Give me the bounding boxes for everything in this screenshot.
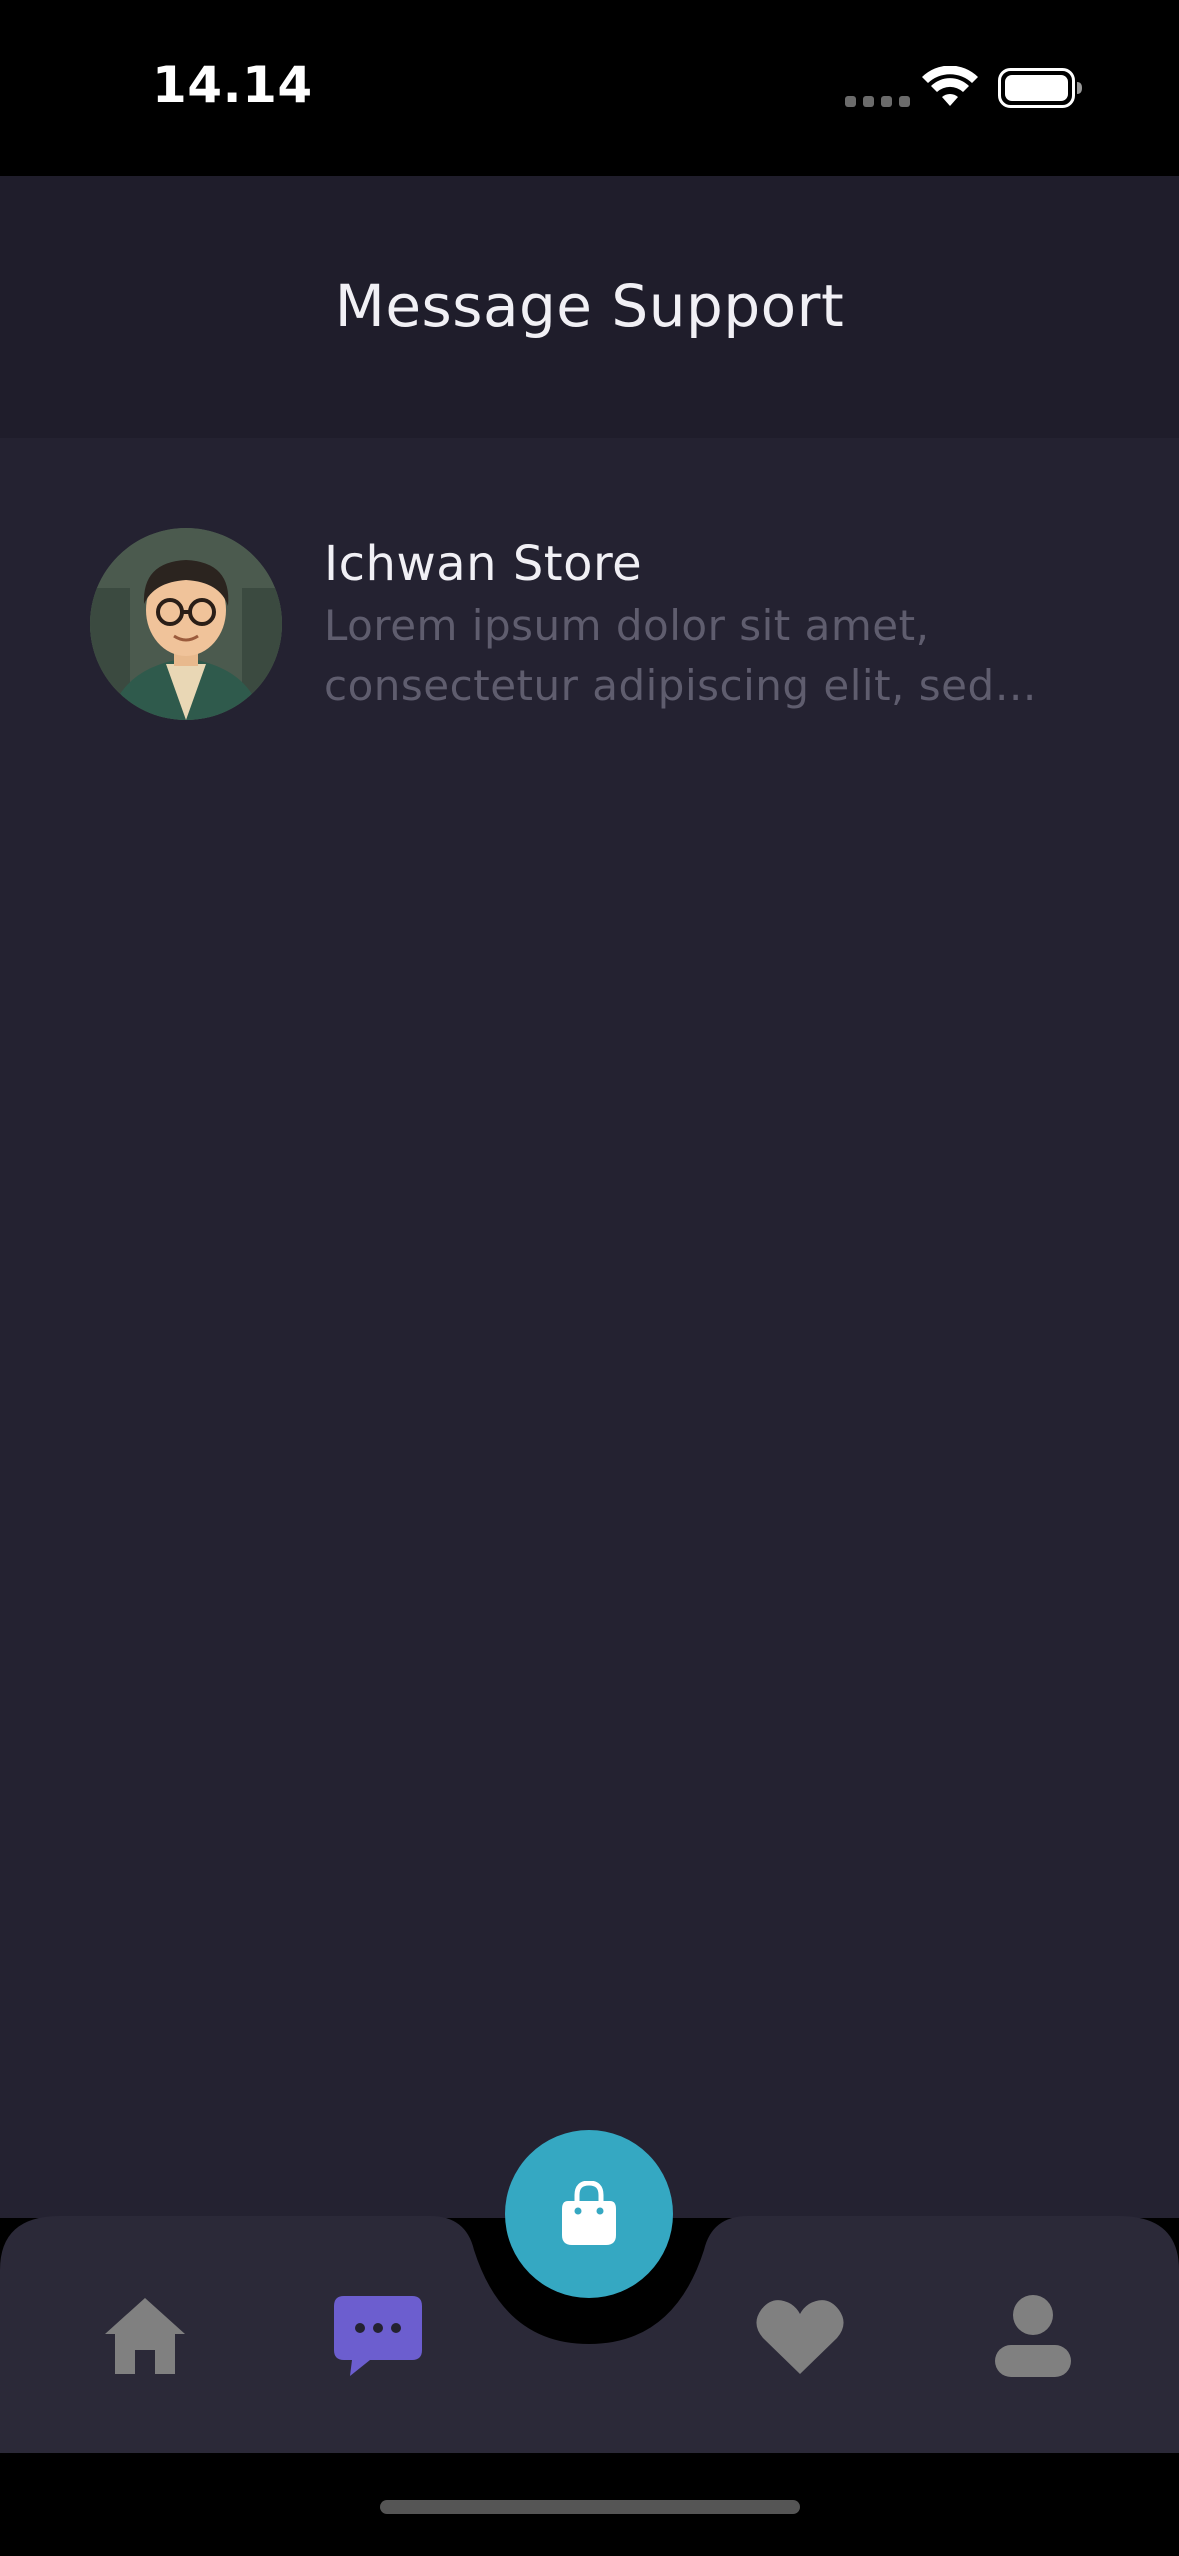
avatar	[90, 528, 282, 720]
person-icon	[995, 2295, 1071, 2377]
chat-name: Ichwan Store	[324, 536, 643, 592]
wifi-icon	[922, 66, 978, 106]
nav-wishlist[interactable]	[750, 2286, 850, 2386]
chat-list-item[interactable]: Ichwan Store Lorem ipsum dolor sit amet,…	[90, 528, 1090, 728]
header: Message Support	[0, 176, 1179, 438]
status-time: 14.14	[152, 56, 313, 114]
battery-icon	[998, 68, 1082, 108]
page-title: Message Support	[334, 272, 845, 340]
cart-button[interactable]	[505, 2130, 673, 2298]
chat-preview: Lorem ipsum dolor sit amet, consectetur …	[324, 601, 995, 710]
nav-chat[interactable]	[328, 2286, 428, 2386]
message-support-screen: 14.14 Message Support Ichwan Store Lorem…	[0, 0, 1179, 2556]
heart-icon	[756, 2300, 844, 2374]
chat-list: Ichwan Store Lorem ipsum dolor sit amet,…	[0, 438, 1179, 2218]
home-icon	[105, 2298, 185, 2374]
cellular-dots-icon	[845, 96, 910, 107]
home-indicator-area	[0, 2453, 1179, 2556]
bottom-navigation	[0, 2130, 1179, 2453]
nav-home[interactable]	[95, 2286, 195, 2386]
nav-profile[interactable]	[983, 2286, 1083, 2386]
chat-icon	[334, 2296, 422, 2376]
status-bar: 14.14	[0, 0, 1179, 176]
home-indicator[interactable]	[380, 2500, 800, 2514]
shopping-bag-icon	[562, 2181, 616, 2245]
